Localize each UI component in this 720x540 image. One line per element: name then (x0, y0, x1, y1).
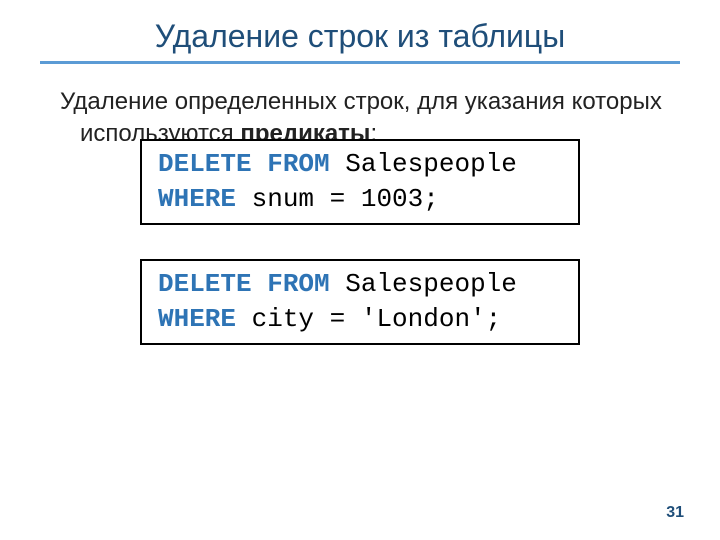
sql-code-1: DELETE FROM Salespeople WHERE snum = 100… (140, 139, 580, 225)
code-text: city = 'London'; (236, 304, 501, 334)
slide-title: Удаление строк из таблицы (40, 18, 680, 61)
keyword-where: WHERE (158, 304, 236, 334)
code-text: Salespeople (330, 149, 517, 179)
keyword-where: WHERE (158, 184, 236, 214)
code-block-1: DELETE FROM Salespeople WHERE snum = 100… (140, 139, 580, 225)
page-number: 31 (666, 504, 684, 522)
sql-code-2: DELETE FROM Salespeople WHERE city = 'Lo… (140, 259, 580, 345)
slide: Удаление строк из таблицы Удаление опред… (0, 0, 720, 345)
code-block-2: DELETE FROM Salespeople WHERE city = 'Lo… (140, 259, 580, 345)
title-underline (40, 61, 680, 64)
keyword-delete-from: DELETE FROM (158, 269, 330, 299)
keyword-delete-from: DELETE FROM (158, 149, 330, 179)
code-text: Salespeople (330, 269, 517, 299)
code-text: snum = 1003; (236, 184, 439, 214)
